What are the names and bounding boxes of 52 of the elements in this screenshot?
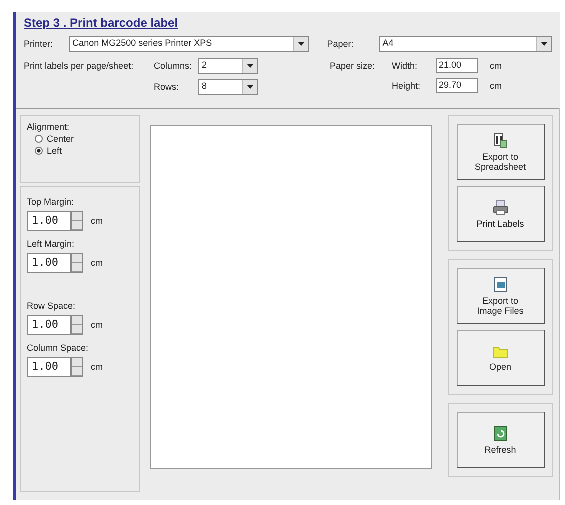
- paper-label: Paper:: [327, 38, 355, 49]
- step-title: Step 3 . Print barcode label: [24, 16, 178, 30]
- width-field[interactable]: 21.00: [436, 58, 478, 73]
- action-button[interactable]: Export to Spreadsheet: [456, 124, 544, 180]
- unit-label: cm: [91, 258, 103, 268]
- labels-per-page-label: Print labels per page/sheet:: [24, 60, 135, 71]
- folder-icon: [492, 344, 508, 358]
- spinner-arrows-icon[interactable]: [71, 211, 83, 231]
- spin-field[interactable]: 1.00: [27, 315, 71, 335]
- radio-button[interactable]: [35, 135, 43, 143]
- margin-label: Left Margin:: [27, 239, 76, 249]
- spin-field[interactable]: 1.00: [27, 357, 71, 377]
- columns-dropdown[interactable]: 2: [198, 58, 258, 74]
- paper-dropdown[interactable]: A4: [378, 36, 552, 52]
- radio-label[interactable]: Center: [47, 134, 74, 144]
- action-button[interactable]: Refresh: [456, 412, 544, 468]
- columns-label: Columns:: [154, 61, 194, 71]
- action-button[interactable]: Print Labels: [456, 186, 544, 242]
- printer-icon: [492, 200, 508, 216]
- refresh-icon: [494, 426, 508, 442]
- spinner-arrows-icon[interactable]: [71, 315, 83, 335]
- radio-label[interactable]: Left: [47, 146, 62, 156]
- unit-label: cm: [91, 320, 103, 330]
- unit-label: cm: [490, 60, 502, 70]
- spin-field[interactable]: 1.00: [27, 211, 71, 231]
- rows-label: Rows:: [154, 82, 180, 92]
- dropdown-arrow-icon[interactable]: [246, 64, 254, 68]
- unit-label: cm: [91, 216, 103, 226]
- dropdown-arrow-icon[interactable]: [540, 42, 548, 46]
- height-label: Height:: [392, 80, 422, 90]
- margin-label: Row Space:: [27, 301, 77, 311]
- spin-field[interactable]: 1.00: [27, 253, 71, 273]
- radio-button[interactable]: [35, 147, 43, 155]
- dropdown-arrow-icon[interactable]: [298, 42, 305, 46]
- spreadsheet-icon: [494, 132, 508, 148]
- action-button[interactable]: Open: [456, 330, 544, 386]
- paper-size-label: Paper size:: [330, 60, 376, 71]
- dropdown-arrow-icon[interactable]: [246, 85, 254, 89]
- spinner-arrows-icon[interactable]: [71, 357, 83, 377]
- margin-label: Column Space:: [27, 343, 90, 353]
- printer-dropdown[interactable]: Canon MG2500 series Printer XPS: [68, 36, 310, 52]
- alignment-label: Alignment:: [27, 122, 71, 132]
- printer-label: Printer:: [24, 38, 54, 49]
- image-file-icon: [494, 276, 508, 292]
- width-label: Width:: [392, 60, 419, 70]
- spinner-arrows-icon[interactable]: [71, 253, 83, 273]
- rows-dropdown[interactable]: 8: [198, 79, 258, 95]
- unit-label: cm: [91, 362, 103, 372]
- action-button[interactable]: Export to Image Files: [456, 268, 544, 324]
- unit-label: cm: [490, 80, 502, 90]
- margin-label: Top Margin:: [27, 197, 76, 207]
- height-field[interactable]: 29.70: [436, 78, 478, 93]
